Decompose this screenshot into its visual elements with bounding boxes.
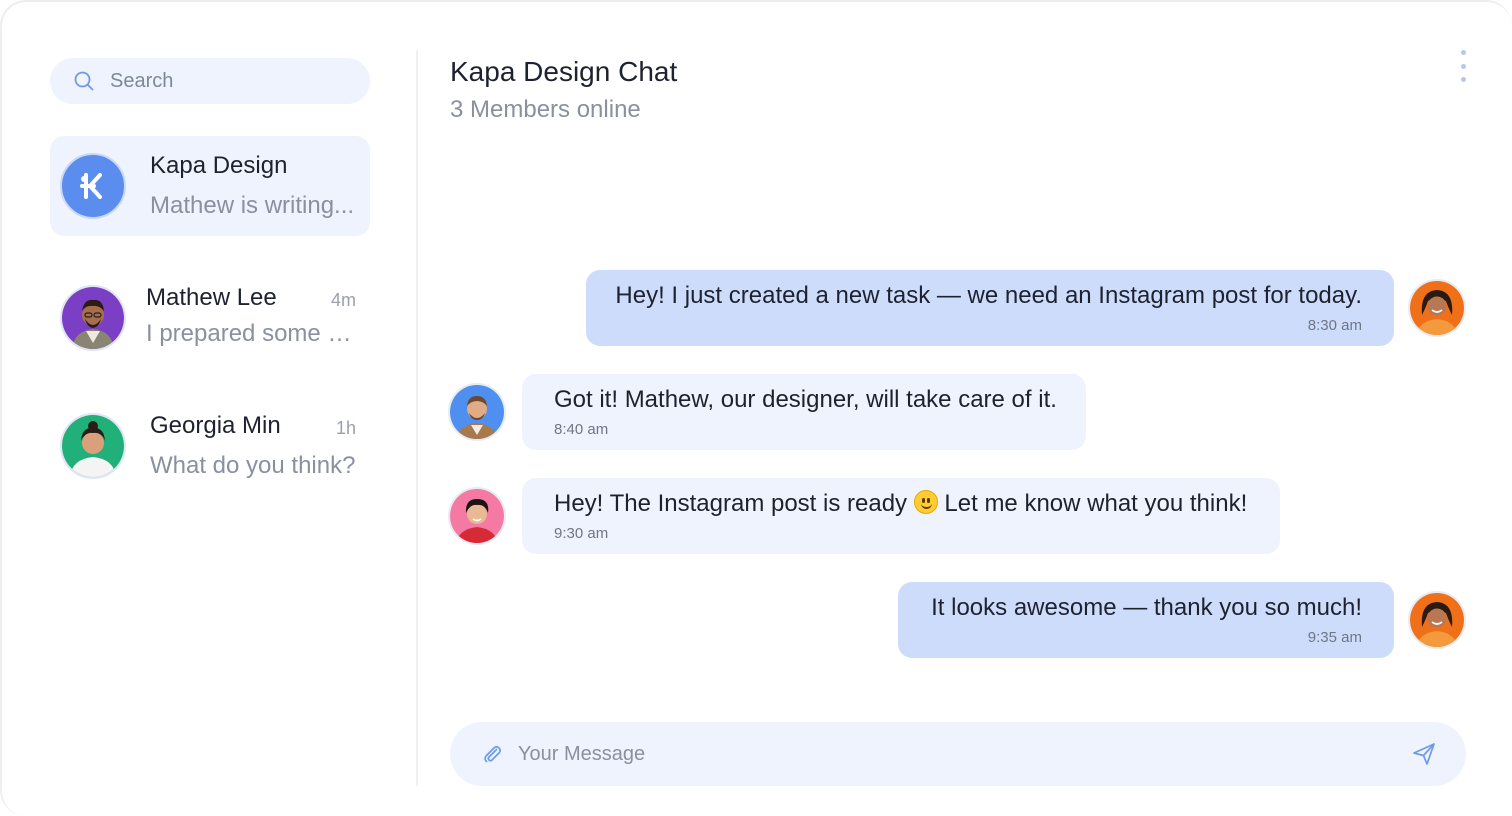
search-input[interactable]: [110, 69, 350, 93]
avatar: [1408, 591, 1466, 649]
conversation-item-kapa-design[interactable]: Kapa Design Mathew is writing...: [50, 136, 370, 236]
conversation-name: Georgia Min: [150, 412, 281, 439]
avatar: [60, 413, 126, 479]
chat-app-window: Kapa Design Mathew is writing... Mathew …: [0, 0, 1512, 816]
message-text: Hey! I just created a new task — we need…: [615, 282, 1362, 309]
search-icon: [72, 69, 96, 93]
conversation-time: 1h: [335, 418, 356, 438]
conversation-name: Kapa Design: [150, 152, 288, 179]
message-text: It looks awesome — thank you so much!: [931, 594, 1362, 621]
conversation-name: Mathew Lee: [146, 284, 277, 311]
sidebar-divider: [416, 50, 418, 786]
group-avatar: [60, 153, 126, 219]
message-bubble-incoming: Hey! The Instagram post is ready Let me …: [522, 478, 1280, 554]
message-text: Hey! The Instagram post is ready Let me …: [554, 490, 1247, 518]
search-bar[interactable]: [50, 58, 370, 104]
chat-members-status: 3 Members online: [450, 96, 641, 123]
message-text-part: Let me know what you think!: [944, 490, 1248, 517]
message-text-part: Hey! The Instagram post is ready: [554, 490, 908, 517]
message-bubble-outgoing: It looks awesome — thank you so much! 9:…: [898, 582, 1394, 658]
message-time: 9:30 am: [554, 525, 609, 542]
message-composer: [450, 722, 1466, 786]
conversation-preview: Mathew is writing...: [150, 192, 355, 219]
avatar: [1408, 279, 1466, 337]
attachment-icon[interactable]: [480, 742, 504, 766]
conversation-time: 4m: [330, 290, 356, 310]
conversation-item-mathew-lee[interactable]: Mathew Lee 4m I prepared some v...: [50, 268, 370, 368]
chat-title: Kapa Design Chat: [450, 56, 678, 87]
conversation-preview: I prepared some v...: [146, 320, 356, 347]
message-text: Got it! Mathew, our designer, will take …: [554, 386, 1057, 413]
more-options-icon[interactable]: [1454, 48, 1472, 84]
message-time: 9:35 am: [1307, 629, 1362, 646]
avatar: [448, 487, 506, 545]
message-input[interactable]: [518, 738, 1378, 770]
message-time: 8:30 am: [1307, 317, 1362, 334]
smiling-face-icon: [913, 490, 938, 514]
conversation-preview: What do you think?: [150, 452, 356, 479]
avatar: [60, 285, 126, 351]
conversation-item-georgia-min[interactable]: Georgia Min 1h What do you think?: [50, 396, 370, 496]
message-time: 8:40 am: [554, 421, 609, 438]
message-bubble-incoming: Got it! Mathew, our designer, will take …: [522, 374, 1086, 450]
send-icon[interactable]: [1410, 740, 1438, 768]
kapa-logo-icon: [80, 173, 102, 199]
avatar: [448, 383, 506, 441]
message-bubble-outgoing: Hey! I just created a new task — we need…: [586, 270, 1394, 346]
sidebar: Kapa Design Mathew is writing... Mathew …: [2, 2, 416, 816]
